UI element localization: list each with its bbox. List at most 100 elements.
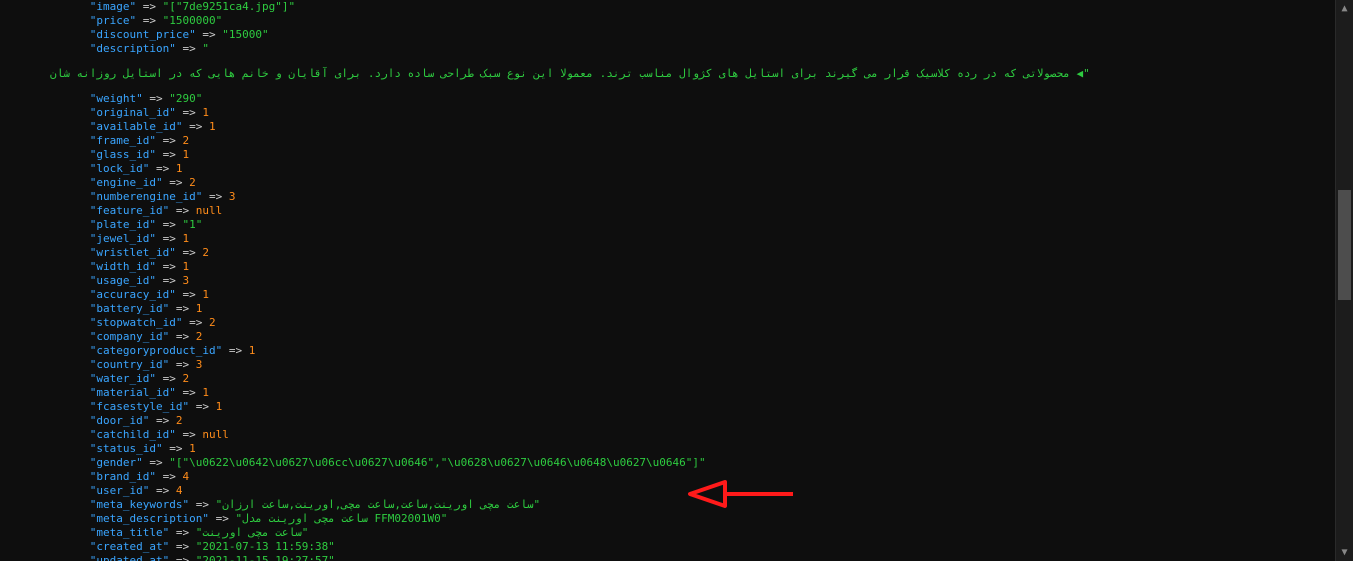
- dump-value: 2: [182, 134, 189, 147]
- dump-value: 3: [182, 274, 189, 287]
- dump-key: "numberengine_id": [90, 190, 203, 203]
- dump-value: 1: [249, 344, 256, 357]
- arrow-glyph: =>: [149, 92, 162, 105]
- dump-value: 2: [189, 176, 196, 189]
- dump-value: 2: [176, 414, 183, 427]
- dump-row: "original_id" => 1: [0, 106, 1326, 120]
- dump-key: "glass_id": [90, 148, 156, 161]
- arrow-glyph: =>: [176, 540, 189, 553]
- dump-value: 1: [182, 232, 189, 245]
- dump-row: "water_id" => 2: [0, 372, 1326, 386]
- arrow-glyph: =>: [163, 134, 176, 147]
- dump-key: "stopwatch_id": [90, 316, 183, 329]
- dump-value: "["7de9251ca4.jpg"]": [163, 0, 295, 13]
- dump-key: "frame_id": [90, 134, 156, 147]
- dump-key: "wristlet_id": [90, 246, 176, 259]
- dump-row: "material_id" => 1: [0, 386, 1326, 400]
- dump-key: "catchild_id": [90, 428, 176, 441]
- dump-value: "محصولاتی که در رده کلاسیک قرار می گیرند…: [50, 42, 1326, 81]
- dump-key: "material_id": [90, 386, 176, 399]
- dump-value: "290": [169, 92, 202, 105]
- dump-value: null: [202, 428, 229, 441]
- dump-value: "2021-11-15 19:27:57": [196, 554, 335, 561]
- dump-value: "["\u0622\u0642\u0627\u06cc\u0627\u0646"…: [169, 456, 705, 469]
- dump-key: "door_id": [90, 414, 150, 427]
- dump-key: "original_id": [90, 106, 176, 119]
- dump-value: 2: [182, 372, 189, 385]
- dump-value: "ساعت مچی اورینت مدل FFM02001W0": [235, 512, 447, 525]
- dump-key: "engine_id": [90, 176, 163, 189]
- dump-value: 2: [196, 330, 203, 343]
- arrow-glyph: =>: [163, 372, 176, 385]
- arrow-glyph: =>: [163, 218, 176, 231]
- arrow-glyph: =>: [229, 344, 242, 357]
- scroll-up-button[interactable]: ▲: [1336, 0, 1353, 17]
- dump-value: null: [196, 204, 223, 217]
- dump-value: 4: [176, 484, 183, 497]
- dump-row: "company_id" => 2: [0, 330, 1326, 344]
- dump-value: "ساعت مچی اورینت": [196, 526, 309, 539]
- arrow-glyph: =>: [182, 246, 195, 259]
- dump-row: "description" => "محصولاتی که در رده کلا…: [0, 42, 1326, 81]
- dump-row: "accuracy_id" => 1: [0, 288, 1326, 302]
- arrow-glyph: =>: [176, 330, 189, 343]
- dump-row: "jewel_id" => 1: [0, 232, 1326, 246]
- arrow-glyph: =>: [189, 120, 202, 133]
- dump-key: "plate_id": [90, 218, 156, 231]
- dump-value: "1500000": [163, 14, 223, 27]
- arrow-glyph: =>: [202, 28, 215, 41]
- dump-row: "available_id" => 1: [0, 120, 1326, 134]
- dump-key: "discount_price": [90, 28, 196, 41]
- dump-value: 1: [196, 302, 203, 315]
- dump-row: "gender" => "["\u0622\u0642\u0627\u06cc\…: [0, 456, 1326, 470]
- arrow-glyph: =>: [176, 204, 189, 217]
- scrollbar-thumb[interactable]: [1338, 190, 1351, 300]
- dump-row: "feature_id" => null: [0, 204, 1326, 218]
- dump-key: "gender": [90, 456, 143, 469]
- dump-row: "brand_id" => 4: [0, 470, 1326, 484]
- arrow-glyph: =>: [163, 260, 176, 273]
- dump-row: "catchild_id" => null: [0, 428, 1326, 442]
- dump-value: "ساعت مچی اورینت,ساعت,ساعت مچی,اورینت,سا…: [216, 498, 541, 511]
- dump-key: "brand_id": [90, 470, 156, 483]
- arrow-glyph: =>: [176, 358, 189, 371]
- arrow-glyph: =>: [143, 14, 156, 27]
- dump-row: "plate_id" => "1": [0, 218, 1326, 232]
- dump-value: "1": [182, 218, 202, 231]
- dump-key: "price": [90, 14, 136, 27]
- dump-row: "meta_title" => "ساعت مچی اورینت": [0, 526, 1326, 540]
- dump-row: "meta_description" => "ساعت مچی اورینت م…: [0, 512, 1326, 526]
- arrow-glyph: =>: [176, 302, 189, 315]
- dump-row: "frame_id" => 2: [0, 134, 1326, 148]
- dump-row: "user_id" => 4: [0, 484, 1326, 498]
- arrow-glyph: =>: [163, 148, 176, 161]
- dump-key: "meta_description": [90, 512, 209, 525]
- dump-key: "battery_id": [90, 302, 169, 315]
- arrow-glyph: =>: [176, 526, 189, 539]
- dump-row: "door_id" => 2: [0, 414, 1326, 428]
- dump-key: "user_id": [90, 484, 150, 497]
- arrow-glyph: =>: [182, 288, 195, 301]
- dump-key: "country_id": [90, 358, 169, 371]
- dump-value: 1: [209, 120, 216, 133]
- dump-row: "glass_id" => 1: [0, 148, 1326, 162]
- dump-key: "meta_keywords": [90, 498, 189, 511]
- dump-value: 1: [202, 386, 209, 399]
- arrow-glyph: =>: [143, 0, 156, 13]
- dump-value: 3: [229, 190, 236, 203]
- dump-key: "fcasestyle_id": [90, 400, 189, 413]
- dump-value: 1: [202, 288, 209, 301]
- dump-key: "water_id": [90, 372, 156, 385]
- dump-key: "lock_id": [90, 162, 150, 175]
- dump-key: "status_id": [90, 442, 163, 455]
- dump-value: 1: [202, 106, 209, 119]
- dump-key: "created_at": [90, 540, 169, 553]
- dump-row: "engine_id" => 2: [0, 176, 1326, 190]
- dump-key: "usage_id": [90, 274, 156, 287]
- dump-row: "numberengine_id" => 3: [0, 190, 1326, 204]
- dump-key: "description": [90, 42, 176, 55]
- dump-value: 4: [182, 470, 189, 483]
- vertical-scrollbar[interactable]: ▲ ▼: [1335, 0, 1353, 561]
- dump-value: 1: [182, 148, 189, 161]
- scroll-down-button[interactable]: ▼: [1336, 544, 1353, 561]
